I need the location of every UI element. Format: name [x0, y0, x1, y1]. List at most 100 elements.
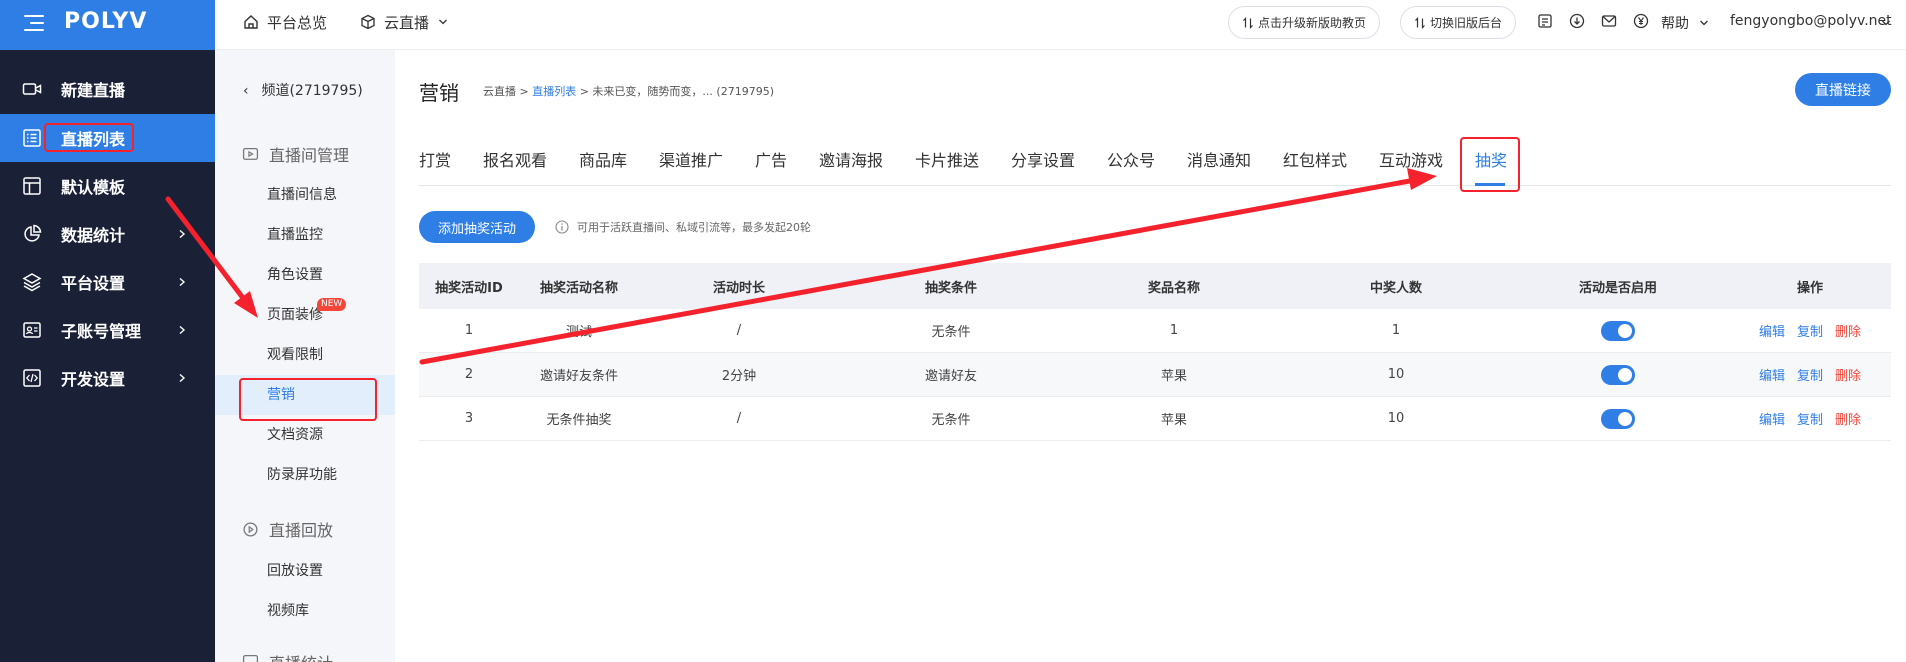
cell-prize: 苹果: [1160, 413, 1187, 428]
column-header: 中奖人数: [1369, 280, 1422, 296]
subnav-item[interactable]: 视频库: [215, 591, 395, 631]
switch-old-backend-button[interactable]: 切换旧版后台: [1400, 6, 1517, 39]
sidebar-item-sub-accounts[interactable]: 子账号管理: [0, 306, 215, 354]
tab-ads[interactable]: 广告: [755, 147, 787, 171]
delete-link[interactable]: 删除: [1835, 409, 1861, 428]
switch-arrows-icon: [1243, 16, 1253, 29]
sidebar-item-label: 新建直播: [61, 81, 126, 100]
subnav-item[interactable]: 文档资源: [215, 415, 395, 455]
breadcrumb-current: > 未来已变，随势而变，... (2719795): [579, 85, 774, 98]
cell-condition: 无条件: [931, 413, 971, 428]
cell-actions: 编辑 复制 删除: [1729, 397, 1891, 440]
group-live-replay[interactable]: 直播回放: [242, 517, 333, 541]
document-icon[interactable]: [1537, 13, 1553, 29]
delete-link[interactable]: 删除: [1835, 321, 1861, 340]
code-icon: [23, 369, 41, 387]
chevron-right-icon: [179, 373, 186, 383]
tab-invite-poster[interactable]: 邀请海报: [819, 147, 883, 171]
pie-chart-icon: [24, 224, 42, 242]
cell-actions: 编辑 复制 删除: [1729, 353, 1891, 396]
sidebar-item-label: 直播列表: [61, 130, 126, 149]
table-row: 3 无条件抽奖 / 无条件 苹果 10 编辑 复制 删除: [419, 397, 1891, 441]
sidebar-item-dev-settings[interactable]: 开发设置: [0, 354, 215, 402]
group-live-statistics[interactable]: 直播统计: [242, 650, 333, 662]
nav-platform-overview-label: 平台总览: [267, 13, 328, 32]
logo: POLYV: [64, 9, 148, 34]
sidebar-item-new-live[interactable]: 新建直播: [0, 65, 215, 113]
copy-link[interactable]: 复制: [1797, 365, 1823, 384]
tab-registration[interactable]: 报名观看: [483, 147, 547, 171]
subnav-item[interactable]: 回放设置: [215, 551, 395, 591]
tab-card-push[interactable]: 卡片推送: [915, 147, 979, 171]
sidebar-item-label: 默认模板: [61, 178, 126, 197]
subnav-item[interactable]: 直播监控: [215, 215, 395, 255]
nav-platform-overview[interactable]: 平台总览: [243, 0, 327, 44]
subnav-item-marketing[interactable]: 营销: [215, 375, 395, 415]
tab-reward[interactable]: 打赏: [419, 147, 451, 171]
sidebar-item-label: 平台设置: [61, 274, 126, 293]
tab-product-library[interactable]: 商品库: [579, 147, 627, 171]
mail-icon[interactable]: [1601, 13, 1617, 29]
enabled-toggle[interactable]: [1601, 364, 1635, 385]
subnav-item[interactable]: 角色设置: [215, 255, 395, 295]
table-row: 2 邀请好友条件 2分钟 邀请好友 苹果 10 编辑 复制 删除: [419, 353, 1891, 397]
copy-link[interactable]: 复制: [1797, 409, 1823, 428]
edit-link[interactable]: 编辑: [1759, 365, 1785, 384]
table-row: 1 测试 / 无条件 1 1 编辑 复制 删除: [419, 309, 1891, 353]
subnav-item[interactable]: 防录屏功能: [215, 455, 395, 495]
info-icon: [555, 220, 569, 234]
column-header: 抽奖活动ID: [435, 280, 503, 296]
subnav-item[interactable]: 直播间信息: [215, 175, 395, 215]
subnav-item-page-decoration[interactable]: 页面装修 NEW: [215, 295, 395, 335]
tab-notifications[interactable]: 消息通知: [1187, 147, 1251, 171]
live-link-button[interactable]: 直播链接: [1795, 73, 1891, 106]
sidebar-item-platform-settings[interactable]: 平台设置: [0, 258, 215, 306]
enabled-toggle[interactable]: [1601, 320, 1635, 341]
sidebar-item-default-template[interactable]: 默认模板: [0, 162, 215, 210]
layers-icon: [22, 273, 42, 292]
yen-coin-icon[interactable]: [1633, 13, 1649, 29]
tab-channel-promotion[interactable]: 渠道推广: [659, 147, 723, 171]
sidebar-item-statistics[interactable]: 数据统计: [0, 210, 215, 258]
chevron-down-icon[interactable]: [1880, 17, 1892, 29]
channel-label: 频道(2719795): [261, 83, 363, 99]
logo-bar: POLYV: [0, 0, 215, 50]
breadcrumb: 云直播 > 直播列表 > 未来已变，随势而变，... (2719795): [483, 83, 774, 99]
sidebar-item-live-list[interactable]: 直播列表: [0, 114, 215, 162]
enabled-toggle[interactable]: [1601, 408, 1635, 429]
new-badge: NEW: [317, 298, 347, 311]
chevron-down-icon[interactable]: [1698, 17, 1710, 29]
group-label: 直播统计: [269, 650, 333, 662]
breadcrumb-cloud-live[interactable]: 云直播 >: [483, 85, 529, 98]
tabs-divider: [419, 185, 1891, 186]
cell-id: 1: [464, 323, 474, 338]
edit-link[interactable]: 编辑: [1759, 321, 1785, 340]
add-lottery-button[interactable]: 添加抽奖活动: [419, 211, 535, 243]
copy-link[interactable]: 复制: [1797, 321, 1823, 340]
user-account[interactable]: fengyongbo@polyv.net: [1730, 13, 1892, 29]
tab-red-packet-style[interactable]: 红包样式: [1283, 147, 1347, 171]
statistics-icon: [242, 654, 259, 662]
subnav-item[interactable]: 观看限制: [215, 335, 395, 375]
subnav-item-label: 页面装修: [267, 307, 323, 323]
active-tab-indicator: [1475, 183, 1505, 186]
edit-link[interactable]: 编辑: [1759, 409, 1785, 428]
download-icon[interactable]: [1569, 13, 1585, 29]
tab-official-account[interactable]: 公众号: [1107, 147, 1155, 171]
cell-winners: 10: [1387, 411, 1405, 426]
nav-cloud-live[interactable]: 云直播: [360, 0, 449, 44]
help-menu[interactable]: 帮助: [1661, 13, 1689, 33]
group-live-room-management[interactable]: 直播间管理: [242, 142, 349, 166]
menu-toggle-icon[interactable]: [24, 15, 44, 31]
chevron-down-icon: [439, 19, 447, 25]
tab-interactive-games[interactable]: 互动游戏: [1379, 147, 1443, 171]
tab-share-settings[interactable]: 分享设置: [1011, 147, 1075, 171]
breadcrumb-live-list[interactable]: 直播列表: [532, 85, 576, 98]
channel-back-link[interactable]: ‹ 频道(2719795): [243, 80, 363, 100]
nav-cloud-live-label: 云直播: [384, 13, 430, 32]
delete-link[interactable]: 删除: [1835, 365, 1861, 384]
tab-lottery[interactable]: 抽奖: [1475, 147, 1507, 171]
cell-prize: 苹果: [1160, 369, 1187, 384]
switch-arrows-icon: [1415, 16, 1425, 29]
upgrade-assistant-button[interactable]: 点击升级新版助教页: [1228, 6, 1381, 39]
